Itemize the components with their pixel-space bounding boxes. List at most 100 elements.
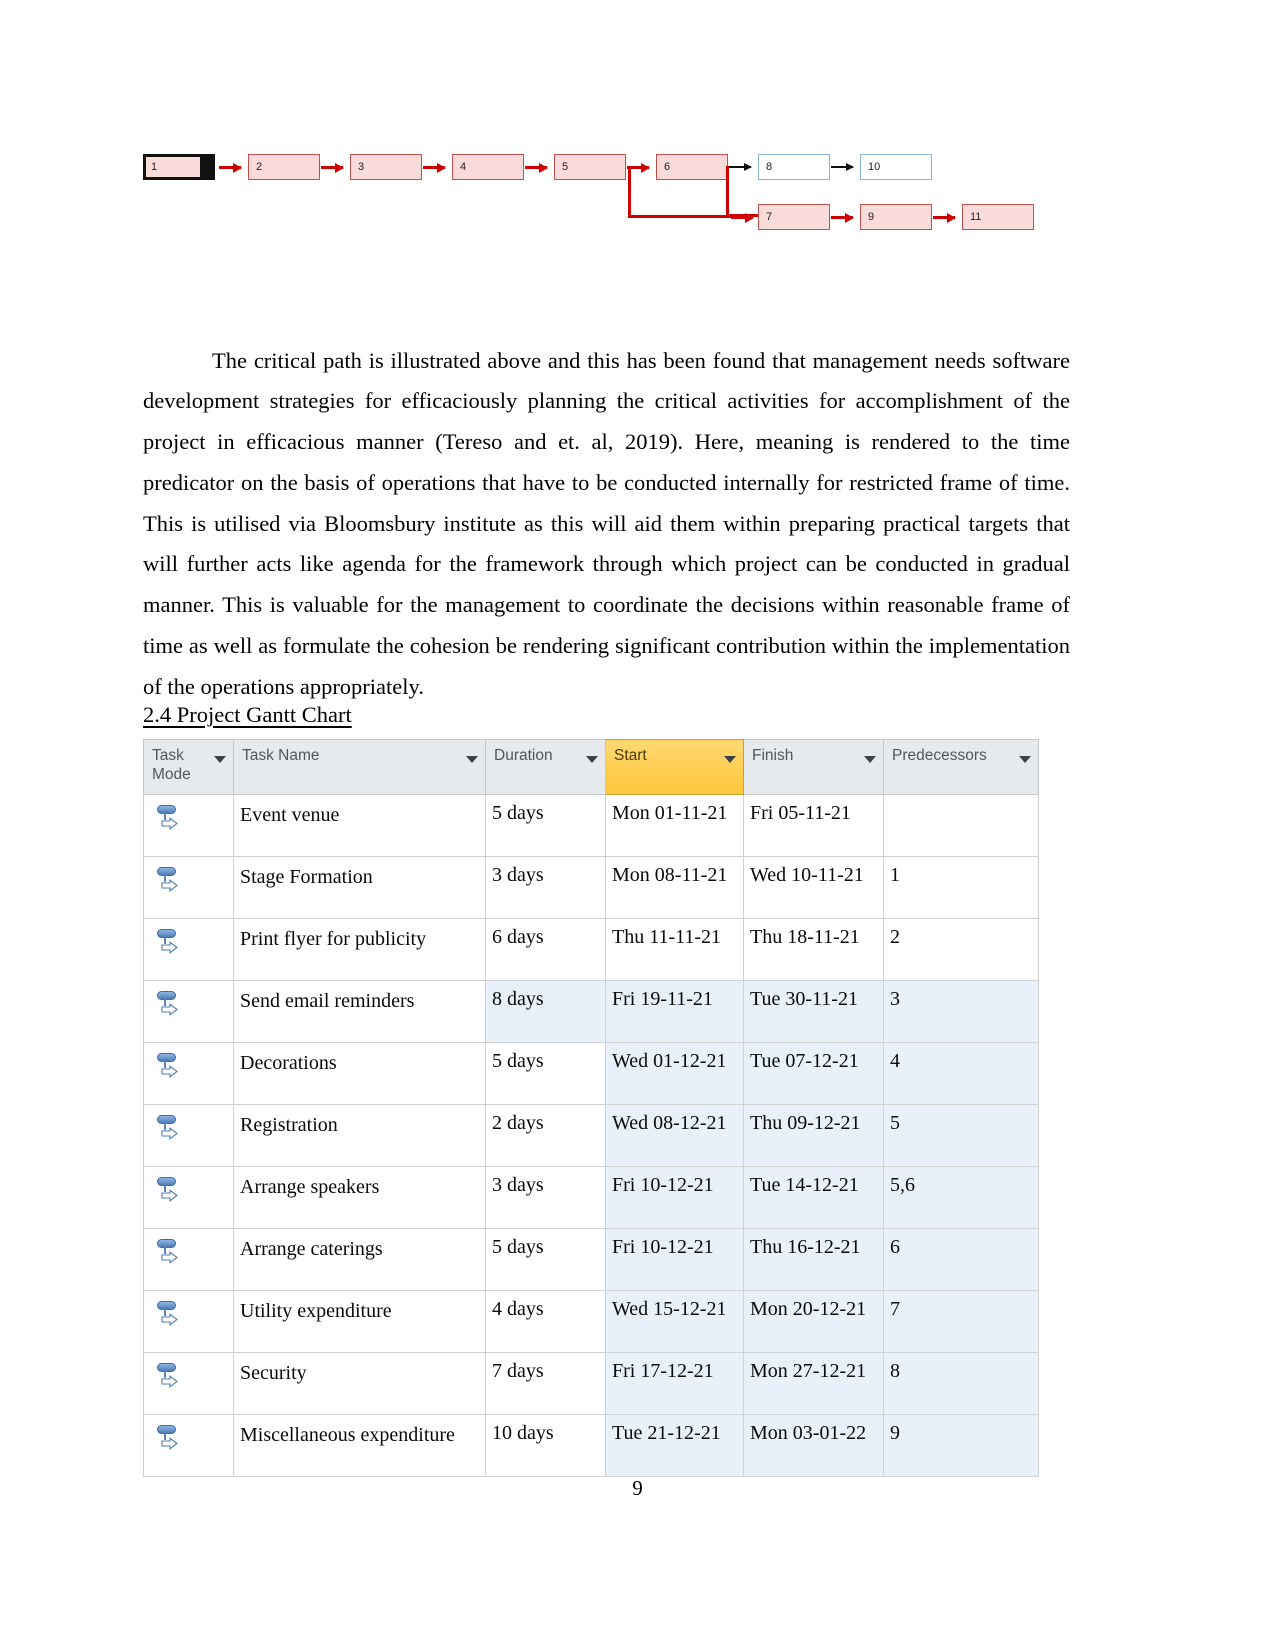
- cell-task-name[interactable]: Registration: [233, 1104, 486, 1167]
- arrow-right-icon: [161, 1189, 178, 1202]
- cell-task-name[interactable]: Utility expenditure: [233, 1290, 486, 1353]
- chevron-down-icon[interactable]: [214, 756, 226, 763]
- cell-predecessors[interactable]: 4: [883, 1042, 1039, 1105]
- cell-task-name[interactable]: Send email reminders: [233, 980, 486, 1043]
- cell-predecessors[interactable]: 1: [883, 856, 1039, 919]
- cell-task-mode[interactable]: [143, 1352, 234, 1415]
- cell-task-name[interactable]: Miscellaneous expenditure: [233, 1414, 486, 1477]
- cell-task-mode[interactable]: [143, 918, 234, 981]
- chevron-down-icon[interactable]: [466, 756, 478, 763]
- table-row[interactable]: Send email reminders 8 days Fri 19-11-21 Tu…: [143, 980, 1039, 1043]
- cell-predecessors[interactable]: 5: [883, 1104, 1039, 1167]
- cell-task-name[interactable]: Stage Formation: [233, 856, 486, 919]
- cell-task-name[interactable]: Event venue: [233, 794, 486, 857]
- cell-duration[interactable]: 2 days: [485, 1104, 606, 1167]
- cell-task-mode[interactable]: [143, 1228, 234, 1291]
- cell-predecessors[interactable]: 5,6: [883, 1166, 1039, 1229]
- cell-predecessors[interactable]: 2: [883, 918, 1039, 981]
- table-row[interactable]: Miscellaneous expenditure 10 days Tue 21-1…: [143, 1414, 1039, 1477]
- network-node-label: 5: [562, 161, 569, 173]
- table-row[interactable]: Security 7 days Fri 17-12-21 Mon 27-12-21 8: [143, 1352, 1039, 1415]
- column-header-predecessors[interactable]: Predecessors: [883, 739, 1039, 795]
- cell-finish[interactable]: Thu 09-12-21: [743, 1104, 884, 1167]
- cell-predecessors[interactable]: 6: [883, 1228, 1039, 1291]
- cell-task-name[interactable]: Security: [233, 1352, 486, 1415]
- auto-schedule-icon: [156, 1238, 186, 1268]
- cell-finish[interactable]: Mon 03-01-22: [743, 1414, 884, 1477]
- cell-finish[interactable]: Fri 05-11-21: [743, 794, 884, 857]
- cell-finish[interactable]: Mon 20-12-21: [743, 1290, 884, 1353]
- column-header-task-mode[interactable]: Task Mode: [143, 739, 234, 795]
- cell-start[interactable]: Mon 08-11-21: [605, 856, 744, 919]
- cell-predecessors[interactable]: [883, 794, 1039, 857]
- cell-start[interactable]: Fri 10-12-21: [605, 1228, 744, 1291]
- cell-finish[interactable]: Tue 14-12-21: [743, 1166, 884, 1229]
- network-node-4: 4: [452, 154, 524, 180]
- cell-duration[interactable]: 6 days: [485, 918, 606, 981]
- chevron-down-icon[interactable]: [864, 756, 876, 763]
- arrow-right-icon: [161, 1127, 178, 1140]
- table-row[interactable]: Utility expenditure 4 days Wed 15-12-21 Mon…: [143, 1290, 1039, 1353]
- cell-task-name[interactable]: Print flyer for publicity: [233, 918, 486, 981]
- cell-task-mode[interactable]: [143, 980, 234, 1043]
- table-row[interactable]: Decorations 5 days Wed 01-12-21 Tue 07-12-2…: [143, 1042, 1039, 1105]
- cell-task-mode[interactable]: [143, 1414, 234, 1477]
- cell-start[interactable]: Mon 01-11-21: [605, 794, 744, 857]
- chevron-down-icon[interactable]: [1019, 756, 1031, 763]
- cell-start[interactable]: Wed 08-12-21: [605, 1104, 744, 1167]
- table-row[interactable]: Arrange caterings 5 days Fri 10-12-21 Thu 1…: [143, 1228, 1039, 1291]
- cell-task-name[interactable]: Decorations: [233, 1042, 486, 1105]
- cell-finish[interactable]: Tue 07-12-21: [743, 1042, 884, 1105]
- table-row[interactable]: Print flyer for publicity 6 days Thu 11-11…: [143, 918, 1039, 981]
- cell-finish[interactable]: Thu 16-12-21: [743, 1228, 884, 1291]
- cell-duration[interactable]: 3 days: [485, 1166, 606, 1229]
- cell-task-name[interactable]: Arrange caterings: [233, 1228, 486, 1291]
- cell-finish[interactable]: Tue 30-11-21: [743, 980, 884, 1043]
- cell-start[interactable]: Wed 15-12-21: [605, 1290, 744, 1353]
- network-node-label: 1: [151, 161, 158, 173]
- cell-start[interactable]: Thu 11-11-21: [605, 918, 744, 981]
- cell-start[interactable]: Tue 21-12-21: [605, 1414, 744, 1477]
- cell-finish[interactable]: Wed 10-11-21: [743, 856, 884, 919]
- cell-start[interactable]: Fri 10-12-21: [605, 1166, 744, 1229]
- cell-duration[interactable]: 5 days: [485, 1228, 606, 1291]
- cell-task-name[interactable]: Arrange speakers: [233, 1166, 486, 1229]
- cell-duration[interactable]: 5 days: [485, 794, 606, 857]
- table-row[interactable]: Arrange speakers 3 days Fri 10-12-21 Tue 14…: [143, 1166, 1039, 1229]
- cell-task-mode[interactable]: [143, 856, 234, 919]
- cell-finish[interactable]: Mon 27-12-21: [743, 1352, 884, 1415]
- cell-predecessors[interactable]: 7: [883, 1290, 1039, 1353]
- column-header-finish[interactable]: Finish: [743, 739, 884, 795]
- cell-duration[interactable]: 5 days: [485, 1042, 606, 1105]
- cell-predecessors[interactable]: 9: [883, 1414, 1039, 1477]
- cell-duration[interactable]: 10 days: [485, 1414, 606, 1477]
- cell-duration[interactable]: 7 days: [485, 1352, 606, 1415]
- cell-task-mode[interactable]: [143, 1290, 234, 1353]
- cell-duration[interactable]: 3 days: [485, 856, 606, 919]
- chevron-down-icon[interactable]: [586, 756, 598, 763]
- network-node-8: 8: [758, 154, 830, 180]
- cell-task-mode[interactable]: [143, 1042, 234, 1105]
- cell-duration[interactable]: 8 days: [485, 980, 606, 1043]
- cell-task-mode[interactable]: [143, 1166, 234, 1229]
- network-node-1: 1: [143, 154, 215, 180]
- auto-schedule-icon: [156, 1362, 186, 1392]
- column-header-duration[interactable]: Duration: [485, 739, 606, 795]
- column-header-start[interactable]: Start: [605, 739, 744, 795]
- cell-task-mode[interactable]: [143, 1104, 234, 1167]
- column-header-task-name[interactable]: Task Name: [233, 739, 486, 795]
- cell-finish[interactable]: Thu 18-11-21: [743, 918, 884, 981]
- table-row[interactable]: Event venue 5 days Mon 01-11-21 Fri 05-11-2…: [143, 794, 1039, 857]
- cell-duration[interactable]: 4 days: [485, 1290, 606, 1353]
- cell-start[interactable]: Fri 17-12-21: [605, 1352, 744, 1415]
- chevron-down-icon[interactable]: [724, 756, 736, 763]
- auto-schedule-icon: [156, 928, 186, 958]
- table-row[interactable]: Registration 2 days Wed 08-12-21 Thu 09-12-…: [143, 1104, 1039, 1167]
- cell-predecessors[interactable]: 3: [883, 980, 1039, 1043]
- cell-predecessors[interactable]: 8: [883, 1352, 1039, 1415]
- table-row[interactable]: Stage Formation 3 days Mon 08-11-21 Wed 10-…: [143, 856, 1039, 919]
- cell-task-mode[interactable]: [143, 794, 234, 857]
- cell-start[interactable]: Wed 01-12-21: [605, 1042, 744, 1105]
- network-node-label: 11: [970, 211, 982, 223]
- cell-start[interactable]: Fri 19-11-21: [605, 980, 744, 1043]
